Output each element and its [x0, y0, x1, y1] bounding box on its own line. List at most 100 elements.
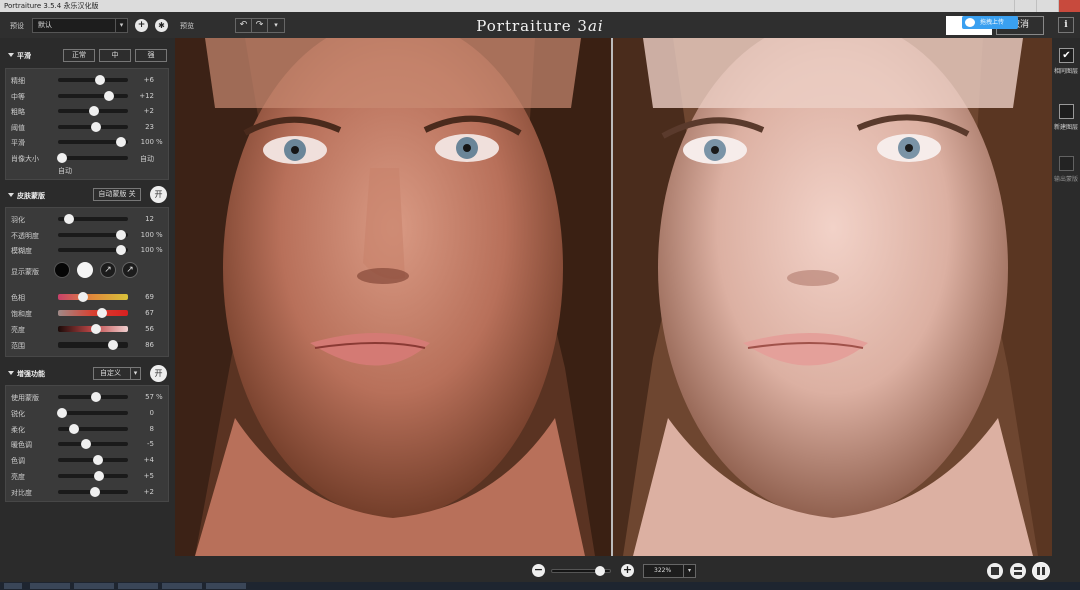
slider-label: 柔化: [11, 425, 25, 434]
app-title-suffix: ai: [587, 17, 604, 35]
smoothing-mode-strong[interactable]: 强: [135, 49, 167, 62]
slider-thumb[interactable]: [57, 152, 67, 163]
skin-mask-section-header[interactable]: 皮肤蒙版: [0, 186, 175, 206]
zoom-select[interactable]: 322% ▾: [643, 564, 696, 578]
smoothing-mode-normal[interactable]: 正常: [63, 49, 95, 62]
smoothing-title: 平滑: [17, 52, 31, 60]
maximize-button[interactable]: [1036, 0, 1058, 12]
slider-track[interactable]: [58, 392, 128, 402]
slider-thumb[interactable]: [103, 90, 114, 101]
slider-thumb[interactable]: [115, 245, 126, 255]
slider-track[interactable]: [57, 407, 128, 418]
slider-track[interactable]: [58, 292, 128, 302]
slider-row: 色调 +4: [6, 452, 170, 467]
slider-value: +2: [143, 487, 154, 496]
slider-value: 8: [149, 424, 154, 433]
slider-row: 对比度 +2: [6, 484, 170, 499]
slider-thumb[interactable]: [107, 340, 118, 350]
slider-label: 羽化: [11, 216, 25, 224]
skin-mask-toggle[interactable]: 开: [150, 186, 167, 203]
split-vertical-button[interactable]: [1033, 563, 1049, 579]
zoom-slider[interactable]: [551, 566, 611, 576]
slider-thumb[interactable]: [115, 229, 126, 240]
slider-track[interactable]: [58, 439, 128, 450]
info-button[interactable]: i: [1058, 17, 1074, 33]
output-mask-checkbox[interactable]: [1059, 156, 1074, 171]
slider-row: 肖像大小 自动: [6, 150, 170, 165]
slider-track[interactable]: [58, 121, 128, 132]
slider-thumb[interactable]: [96, 308, 107, 318]
slider-row: 范围 86: [6, 337, 170, 352]
slider-thumb[interactable]: [90, 486, 101, 497]
mask-color-black[interactable]: [54, 262, 70, 278]
slider-track[interactable]: [58, 308, 128, 318]
taskbar-item[interactable]: [30, 583, 70, 589]
eyedropper-plus-button[interactable]: ↗: [122, 262, 138, 278]
info-icon: i: [1064, 20, 1068, 30]
slider-track[interactable]: [58, 229, 128, 240]
new-layer-checkbox[interactable]: [1059, 104, 1074, 119]
slider-thumb[interactable]: [89, 106, 100, 116]
slider-thumb[interactable]: [92, 455, 103, 466]
slider-row: 饱和度 67: [6, 305, 170, 320]
slider-thumb[interactable]: [69, 423, 80, 434]
slider-track[interactable]: [58, 90, 128, 101]
slider-track[interactable]: [58, 214, 128, 224]
slider-track[interactable]: [58, 486, 128, 497]
slider-row: 平滑 100%: [6, 134, 170, 149]
slider-track[interactable]: [58, 245, 128, 255]
os-taskbar: [0, 582, 1080, 590]
split-horizontal-button[interactable]: [1010, 563, 1026, 579]
slider-track[interactable]: [58, 340, 128, 350]
slider-track[interactable]: [57, 152, 128, 163]
zoom-value: 322%: [654, 567, 672, 574]
slider-track[interactable]: [58, 423, 128, 434]
zoom-slider-thumb[interactable]: [594, 566, 605, 576]
eyedropper-button[interactable]: ↗: [100, 262, 116, 278]
slider-track[interactable]: [58, 75, 128, 85]
slider-thumb[interactable]: [80, 439, 91, 450]
taskbar-item[interactable]: [118, 583, 158, 589]
slider-thumb[interactable]: [64, 214, 75, 224]
single-view-button[interactable]: [987, 563, 1003, 579]
same-layer-checkbox[interactable]: ✔: [1059, 48, 1074, 63]
slider-label: 亮度: [11, 473, 25, 481]
slider-label: 粗略: [11, 108, 25, 116]
slider-thumb[interactable]: [57, 407, 67, 418]
slider-unit: %: [156, 138, 163, 146]
zoom-in-button[interactable]: +: [621, 564, 634, 577]
mask-color-white[interactable]: [77, 262, 93, 278]
enhance-section-header[interactable]: 增强功能: [0, 364, 175, 384]
image-viewer[interactable]: [175, 38, 1052, 556]
slider-thumb[interactable]: [95, 75, 106, 85]
slider-track[interactable]: [58, 106, 128, 116]
slider-thumb[interactable]: [91, 392, 102, 402]
slider-label: 亮度: [11, 326, 25, 334]
slider-row: 锐化 0: [6, 405, 170, 420]
enhance-mode-select[interactable]: 自定义 ▾: [93, 367, 141, 380]
slider-label: 阈值: [11, 123, 25, 132]
slider-thumb[interactable]: [91, 121, 102, 132]
slider-row: 柔化 8: [6, 421, 170, 436]
taskbar-item[interactable]: [74, 583, 114, 589]
taskbar-item[interactable]: [162, 583, 202, 589]
slider-label: 模糊度: [11, 247, 32, 255]
slider-thumb[interactable]: [115, 137, 126, 147]
minimize-button[interactable]: [1014, 0, 1036, 12]
slider-thumb[interactable]: [91, 324, 102, 334]
taskbar-item[interactable]: [206, 583, 246, 589]
slider-track[interactable]: [58, 455, 128, 466]
slider-track[interactable]: [58, 137, 128, 147]
slider-track[interactable]: [58, 471, 128, 481]
slider-thumb[interactable]: [94, 471, 105, 481]
enhance-toggle[interactable]: 开: [150, 365, 167, 382]
upload-badge[interactable]: 拖拽上传: [962, 16, 1018, 29]
zoom-out-button[interactable]: −: [532, 564, 545, 577]
close-window-button[interactable]: [1058, 0, 1080, 12]
slider-value: 69: [145, 293, 154, 301]
smoothing-mode-medium[interactable]: 中: [99, 49, 131, 62]
slider-track[interactable]: [58, 324, 128, 334]
start-button[interactable]: [4, 583, 22, 589]
auto-mask-button[interactable]: 自动蒙版 关: [93, 188, 141, 201]
slider-thumb[interactable]: [78, 292, 89, 302]
